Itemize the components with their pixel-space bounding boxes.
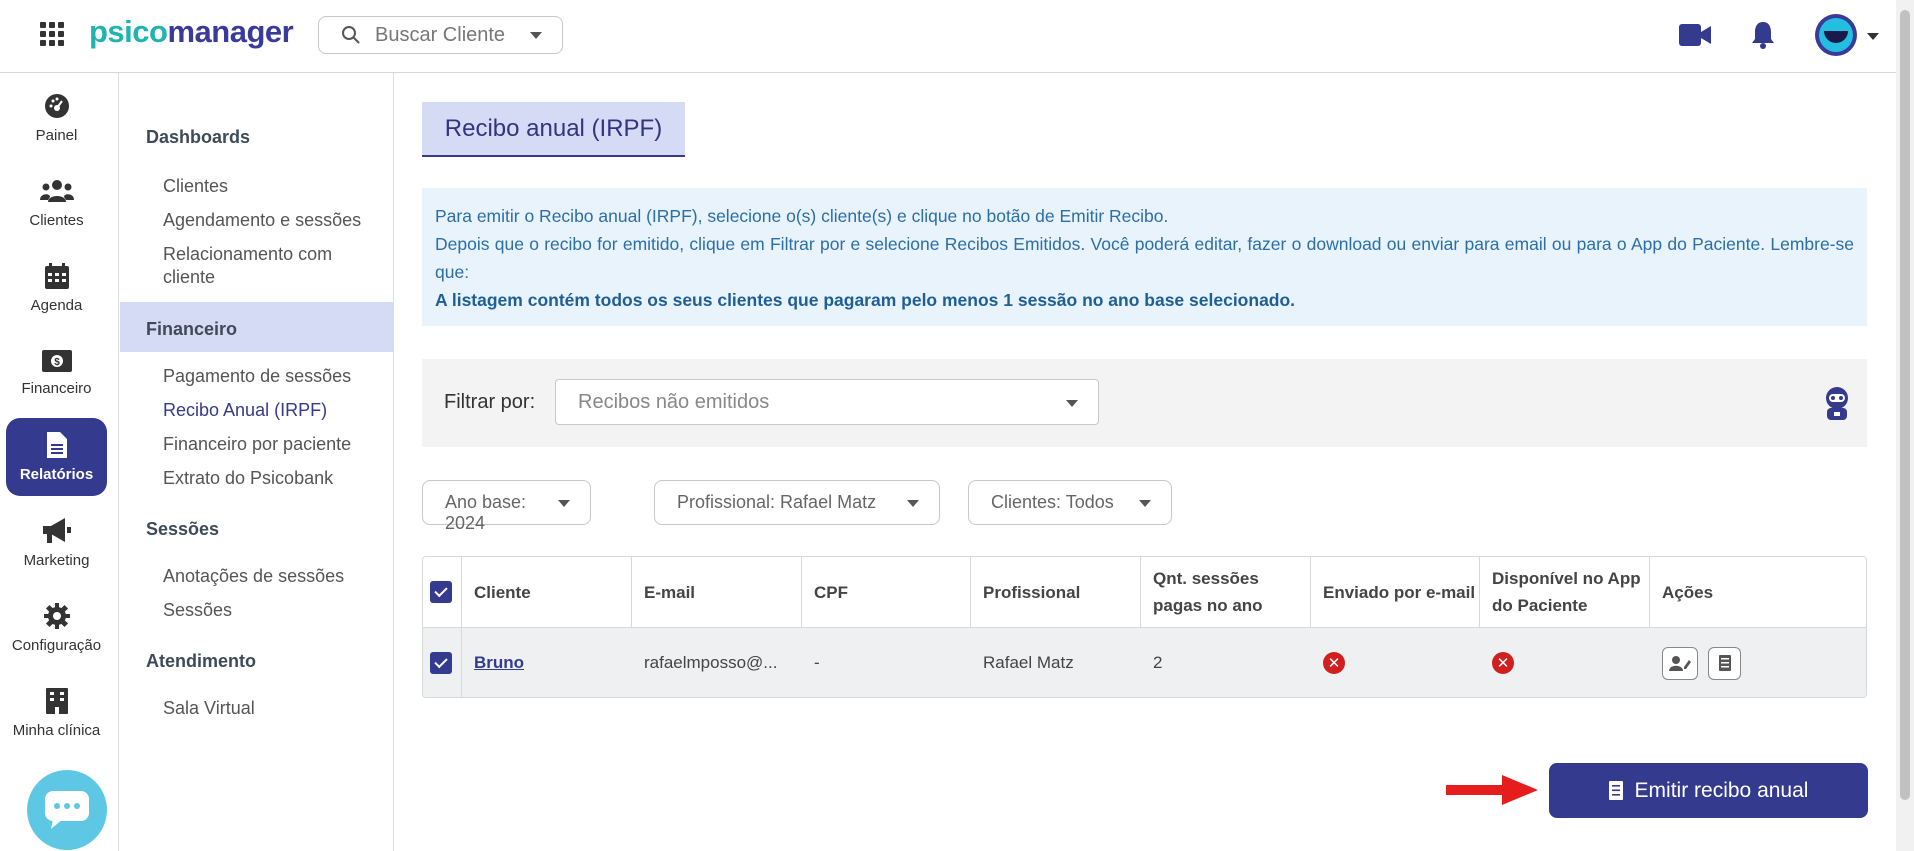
table-header: Cliente E-mail CPF Profissional Qnt. ses…	[423, 557, 1866, 628]
building-icon	[45, 687, 68, 714]
receipt-icon	[1608, 781, 1623, 800]
submenu-item-relacionamento[interactable]: Relacionamento com cliente	[163, 243, 388, 289]
search-icon	[342, 26, 360, 44]
table-row: Bruno rafaelmposso@... - Rafael Matz 2 ✕…	[423, 628, 1866, 697]
submenu-item-extrato[interactable]: Extrato do Psicobank	[163, 467, 388, 490]
svg-text:$: $	[54, 357, 60, 368]
not-available-x-icon: ✕	[1492, 652, 1514, 674]
app-logo[interactable]: psicomanager	[89, 14, 294, 50]
cell-cpf: -	[814, 653, 820, 672]
submenu-heading-atendimento[interactable]: Atendimento	[146, 651, 256, 672]
cell-qnt-sessoes: 2	[1153, 653, 1163, 672]
filter-bar: Filtrar por: Recibos não emitidos	[422, 359, 1867, 447]
nav-financeiro[interactable]: $ Financeiro	[6, 334, 107, 412]
info-line-bold: A listagem contém todos os seus clientes…	[435, 290, 1296, 310]
cell-cliente: Bruno	[462, 628, 632, 697]
user-avatar[interactable]	[1815, 14, 1857, 56]
info-line-2: Depois que o recibo for emitido, clique …	[435, 234, 1854, 282]
megaphone-icon	[42, 517, 71, 543]
chevron-down-icon	[530, 32, 542, 39]
nav-painel[interactable]: Painel	[6, 79, 107, 157]
search-placeholder: Buscar Cliente	[375, 23, 506, 46]
select-all-checkbox[interactable]	[430, 581, 452, 603]
submenu-heading-sessoes[interactable]: Sessões	[146, 519, 219, 540]
cell-profissional: Rafael Matz	[983, 653, 1074, 672]
reports-submenu: Dashboards Clientes Agendamento e sessõe…	[120, 73, 394, 851]
info-line-1: Para emitir o Recibo anual (IRPF), selec…	[435, 206, 1169, 226]
gear-icon	[43, 602, 70, 629]
main-content: Recibo anual (IRPF) Para emitir o Recibo…	[395, 73, 1896, 851]
cell-email: rafaelmposso@...	[644, 653, 778, 672]
cell-enviado-email: ✕	[1311, 628, 1480, 697]
receipt-icon	[1718, 655, 1731, 671]
chevron-down-icon	[558, 500, 570, 507]
submenu-heading-financeiro[interactable]: Financeiro	[146, 319, 237, 340]
cell-disponivel-app: ✕	[1480, 628, 1650, 697]
document-icon	[46, 431, 67, 458]
nav-configuracao[interactable]: Configuração	[6, 589, 107, 667]
client-search[interactable]: Buscar Cliente	[318, 16, 563, 54]
submenu-item-anotacoes[interactable]: Anotações de sessões	[163, 565, 388, 588]
chevron-down-icon[interactable]	[1867, 33, 1879, 40]
view-receipt-button[interactable]	[1708, 646, 1741, 680]
bell-icon[interactable]	[1750, 20, 1776, 50]
col-acoes: Ações	[1662, 582, 1714, 602]
chevron-down-icon	[1066, 400, 1078, 407]
nav-agenda[interactable]: Agenda	[6, 249, 107, 327]
money-icon: $	[41, 349, 72, 372]
edit-client-button[interactable]	[1662, 646, 1698, 680]
select-all-cell	[423, 557, 462, 627]
chevron-down-icon	[907, 500, 919, 507]
emit-annual-receipt-button[interactable]: Emitir recibo anual	[1549, 763, 1868, 818]
apps-grid-icon[interactable]	[40, 22, 64, 46]
profissional-dropdown[interactable]: Profissional: Rafael Matz	[654, 480, 940, 525]
clientes-dropdown[interactable]: Clientes: Todos	[968, 480, 1172, 525]
calendar-icon	[44, 262, 69, 289]
submenu-item-clientes[interactable]: Clientes	[163, 175, 388, 198]
chat-support-button[interactable]	[27, 770, 107, 850]
page-scrollbar[interactable]	[1896, 0, 1914, 851]
nav-marketing[interactable]: Marketing	[6, 504, 107, 582]
nav-minha-clinica[interactable]: Minha clínica	[6, 674, 107, 752]
ano-base-dropdown[interactable]: Ano base: 2024	[422, 480, 591, 533]
chevron-down-icon	[1139, 500, 1151, 507]
col-disponivel-app[interactable]: Disponível no App do Paciente	[1480, 557, 1650, 627]
col-enviado-email[interactable]: Enviado por e-mail	[1311, 557, 1480, 627]
chat-bubble-icon	[45, 791, 89, 829]
col-cpf[interactable]: CPF	[802, 557, 971, 627]
red-arrow-icon	[1446, 775, 1538, 805]
submenu-item-recibo-anual[interactable]: Recibo Anual (IRPF)	[163, 399, 388, 422]
submenu-item-pagamento[interactable]: Pagamento de sessões	[163, 365, 388, 388]
receipts-table: Cliente E-mail CPF Profissional Qnt. ses…	[422, 556, 1867, 698]
col-cliente[interactable]: Cliente	[462, 557, 632, 627]
submenu-item-sala-virtual[interactable]: Sala Virtual	[163, 697, 388, 720]
submenu-heading-dashboards[interactable]: Dashboards	[146, 127, 250, 148]
submenu-item-sessoes[interactable]: Sessões	[163, 599, 388, 622]
cell-acoes	[1650, 628, 1866, 697]
nav-relatorios[interactable]: Relatórios	[6, 418, 107, 496]
filter-select[interactable]: Recibos não emitidos	[555, 379, 1099, 425]
user-edit-icon	[1669, 656, 1691, 671]
scrollbar-thumb[interactable]	[1900, 10, 1910, 800]
col-profissional[interactable]: Profissional	[971, 557, 1141, 627]
filter-label: Filtrar por:	[444, 391, 536, 413]
col-email[interactable]: E-mail	[632, 557, 802, 627]
info-box: Para emitir o Recibo anual (IRPF), selec…	[422, 188, 1867, 326]
row-select-cell	[423, 628, 462, 697]
page-title-tab[interactable]: Recibo anual (IRPF)	[422, 102, 685, 157]
users-icon	[39, 179, 74, 202]
row-checkbox[interactable]	[430, 652, 452, 674]
video-camera-icon[interactable]	[1679, 24, 1711, 46]
main-nav: Painel Clientes Agenda $ Financeiro Rela…	[0, 73, 119, 851]
client-link[interactable]: Bruno	[474, 653, 524, 673]
filter-select-value: Recibos não emitidos	[578, 391, 770, 413]
submenu-item-agendamento[interactable]: Agendamento e sessões	[163, 209, 388, 232]
submenu-item-financeiro-paciente[interactable]: Financeiro por paciente	[163, 433, 388, 456]
nav-clientes[interactable]: Clientes	[6, 164, 107, 242]
col-qnt-sessoes[interactable]: Qnt. sessões pagas no ano	[1141, 557, 1311, 627]
dashboard-gauge-icon	[44, 93, 69, 118]
top-bar: psicomanager Buscar Cliente	[0, 0, 1896, 73]
robot-assistant-icon[interactable]	[1822, 386, 1852, 420]
not-sent-x-icon: ✕	[1323, 652, 1345, 674]
